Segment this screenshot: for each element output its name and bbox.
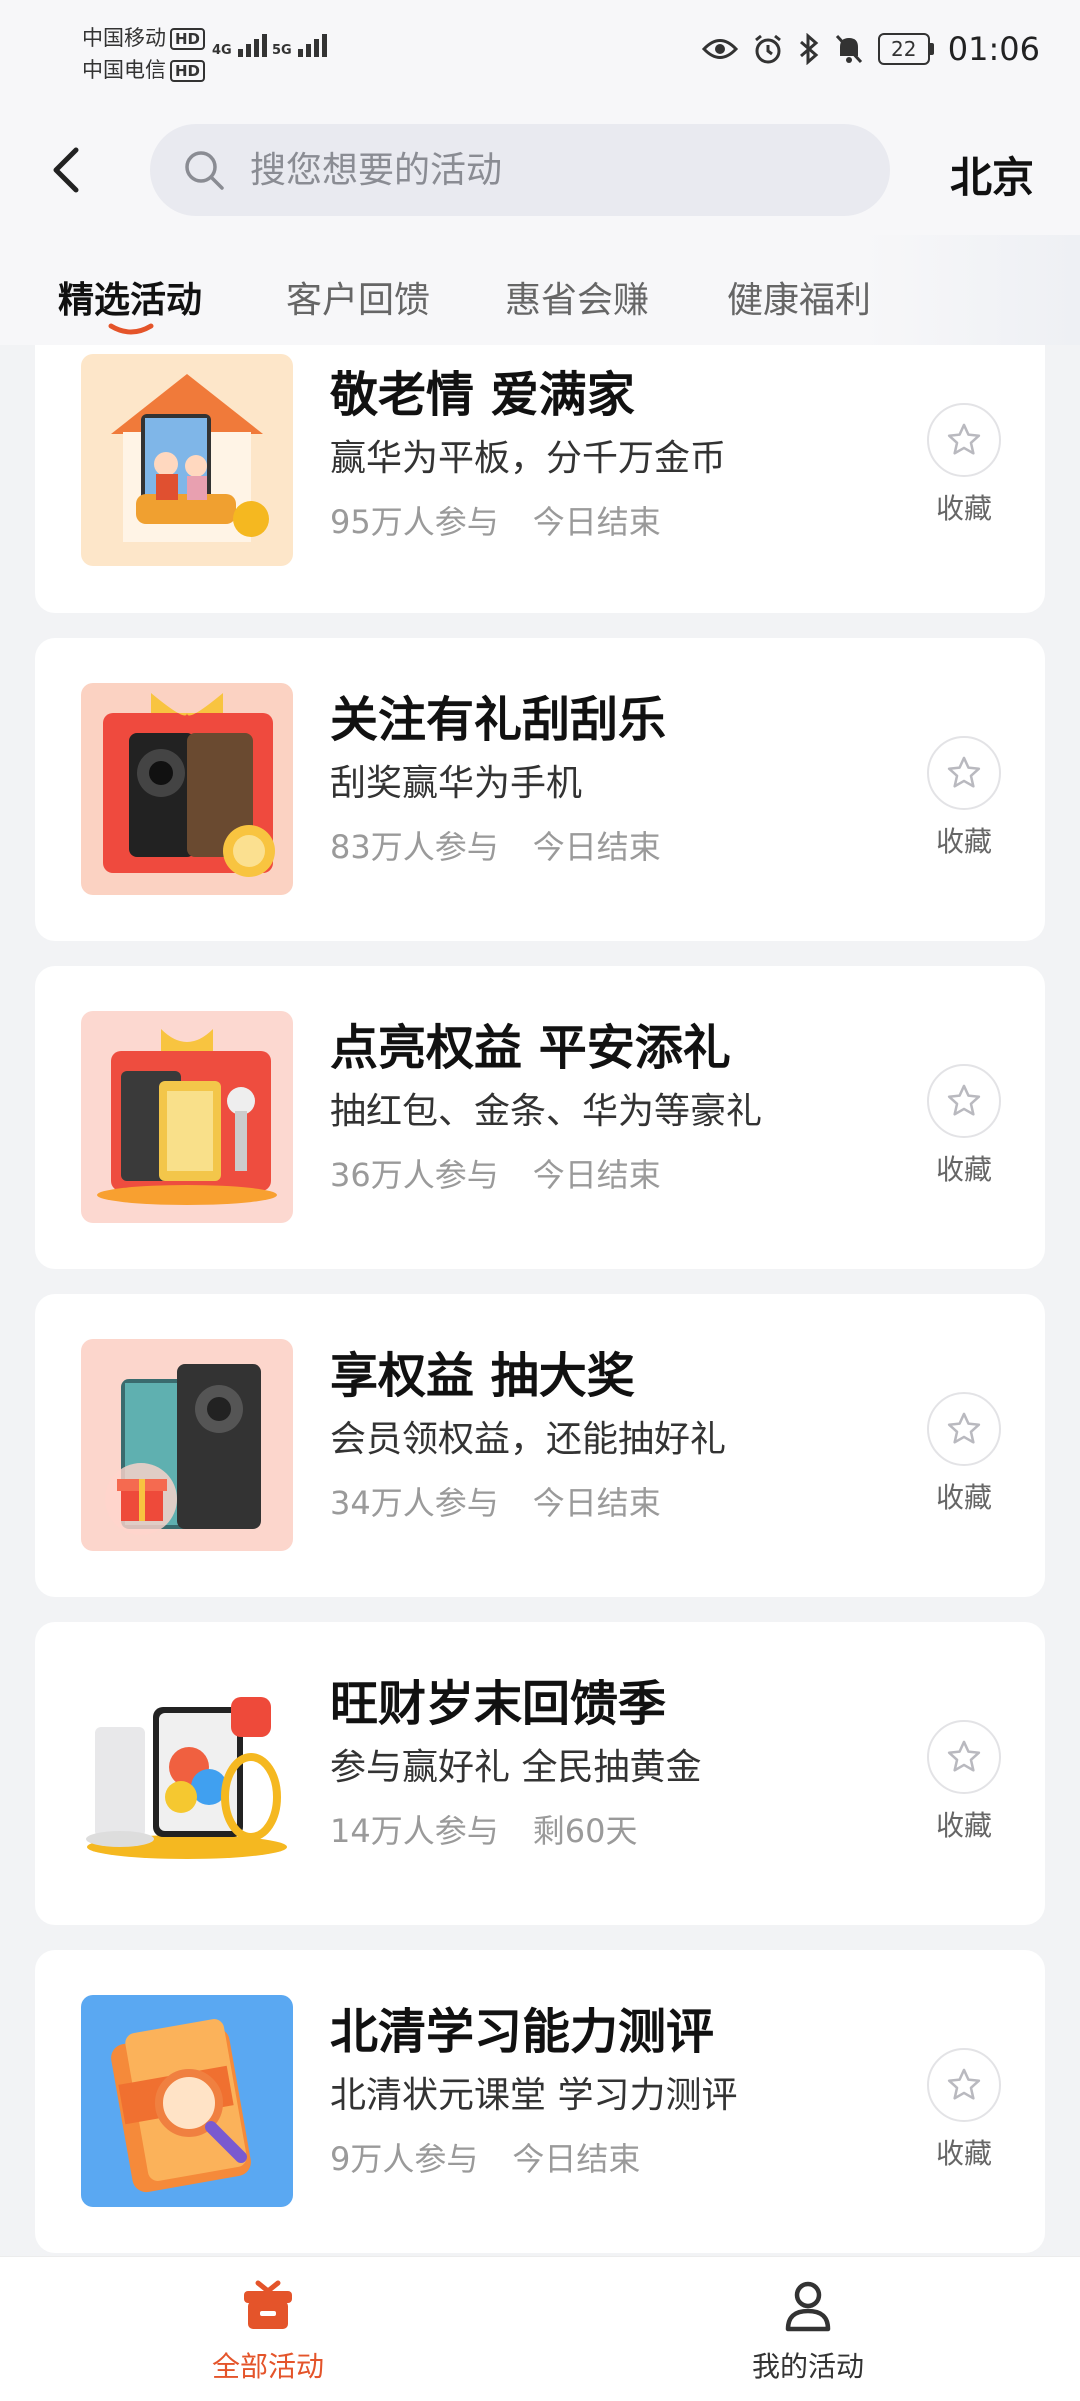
tab-bar: 精选活动 客户回馈 惠省会赚 健康福利 bbox=[0, 235, 1080, 345]
nav-my-activities[interactable]: 我的活动 bbox=[708, 2275, 908, 2385]
star-icon bbox=[947, 2068, 981, 2100]
header: 北京 bbox=[0, 110, 1080, 235]
activity-card[interactable]: 关注有礼刮刮乐 刮奖赢华为手机 83万人参与 今日结束 收藏 bbox=[35, 638, 1045, 941]
tab-health-benefits[interactable]: 健康福利 bbox=[727, 271, 871, 323]
favorite-button[interactable] bbox=[927, 403, 1001, 477]
favorite-label: 收藏 bbox=[935, 1153, 992, 1186]
tab-save-earn[interactable]: 惠省会赚 bbox=[505, 271, 649, 323]
back-button[interactable] bbox=[40, 140, 100, 200]
favorite-label: 收藏 bbox=[935, 1481, 992, 1514]
status-bar: 中国移动 HD 中国电信 HD 4G 5G 22 01:06 bbox=[0, 0, 1080, 110]
star-icon bbox=[947, 1084, 981, 1116]
participants: 36万人参与 bbox=[330, 1156, 499, 1194]
gift-icon bbox=[244, 2280, 292, 2329]
activity-title: 敬老情 爱满家 bbox=[330, 367, 635, 423]
deadline: 剩60天 bbox=[532, 1812, 638, 1850]
participants: 9万人参与 bbox=[330, 2140, 479, 2178]
signal-icon: 5G bbox=[272, 34, 327, 57]
favorite-button[interactable] bbox=[927, 2048, 1001, 2122]
deadline: 今日结束 bbox=[532, 1484, 661, 1522]
nav-my-activities-label: 我的活动 bbox=[751, 2350, 864, 2383]
activity-subtitle: 参与赢好礼 全民抽黄金 bbox=[330, 1747, 702, 1788]
activity-meta: 36万人参与 今日结束 bbox=[330, 1150, 661, 1196]
clock: 01:06 bbox=[947, 30, 1040, 68]
star-icon bbox=[947, 1412, 981, 1444]
activity-card[interactable]: 点亮权益 平安添礼 抽红包、金条、华为等豪礼 36万人参与 今日结束 收藏 bbox=[35, 966, 1045, 1269]
activity-title: 点亮权益 平安添礼 bbox=[330, 1020, 731, 1076]
participants: 83万人参与 bbox=[330, 828, 499, 866]
favorite-button[interactable] bbox=[927, 1720, 1001, 1794]
activity-meta: 83万人参与 今日结束 bbox=[330, 822, 661, 868]
participants: 14万人参与 bbox=[330, 1812, 499, 1850]
activity-thumbnail bbox=[81, 354, 293, 566]
activity-title: 旺财岁末回馈季 bbox=[330, 1676, 667, 1732]
search-bar[interactable] bbox=[150, 124, 890, 216]
activity-meta: 34万人参与 今日结束 bbox=[330, 1478, 661, 1524]
activity-thumbnail bbox=[81, 1995, 293, 2207]
tab-customer-rewards[interactable]: 客户回馈 bbox=[286, 271, 430, 323]
chevron-left-icon bbox=[53, 147, 79, 193]
signal-icon: 4G bbox=[212, 34, 267, 57]
bottom-nav: 全部活动 我的活动 bbox=[0, 2256, 1080, 2401]
deadline: 今日结束 bbox=[512, 2140, 641, 2178]
eye-icon bbox=[701, 39, 738, 59]
bluetooth-icon bbox=[799, 33, 819, 65]
participants: 34万人参与 bbox=[330, 1484, 499, 1522]
favorite-button[interactable] bbox=[927, 736, 1001, 810]
search-icon bbox=[185, 151, 224, 190]
nav-all-activities-label: 全部活动 bbox=[211, 2350, 324, 2383]
tab-featured[interactable]: 精选活动 bbox=[58, 271, 202, 323]
activity-title: 北清学习能力测评 bbox=[330, 2004, 715, 2060]
activity-card[interactable]: 享权益 抽大奖 会员领权益，还能抽好礼 34万人参与 今日结束 收藏 bbox=[35, 1294, 1045, 1597]
activity-thumbnail bbox=[81, 683, 293, 895]
activity-meta: 9万人参与 今日结束 bbox=[330, 2134, 640, 2180]
activity-subtitle: 北清状元课堂 学习力测评 bbox=[330, 2075, 738, 2116]
carrier-info: 中国移动 HD 中国电信 HD bbox=[82, 22, 206, 86]
activity-title: 关注有礼刮刮乐 bbox=[330, 692, 667, 748]
star-icon bbox=[947, 1740, 981, 1772]
activity-meta: 14万人参与 剩60天 bbox=[330, 1806, 637, 1852]
activity-card[interactable]: 旺财岁末回馈季 参与赢好礼 全民抽黄金 14万人参与 剩60天 收藏 bbox=[35, 1622, 1045, 1925]
carrier-1: 中国移动 bbox=[82, 26, 166, 50]
activity-thumbnail bbox=[81, 1011, 293, 1223]
activity-subtitle: 抽红包、金条、华为等豪礼 bbox=[330, 1091, 763, 1132]
search-input[interactable] bbox=[248, 148, 812, 192]
mute-icon bbox=[835, 34, 862, 64]
activity-subtitle: 刮奖赢华为手机 bbox=[330, 763, 583, 804]
deadline: 今日结束 bbox=[532, 828, 661, 866]
carrier-2: 中国电信 bbox=[82, 58, 166, 82]
activity-card[interactable]: 敬老情 爱满家 赢华为平板，分千万金币 95万人参与 今日结束 收藏 bbox=[35, 345, 1045, 613]
hd-badge: HD bbox=[170, 60, 206, 82]
city-selector[interactable]: 北京 bbox=[950, 144, 1034, 205]
star-icon bbox=[947, 756, 981, 788]
favorite-label: 收藏 bbox=[935, 1809, 992, 1842]
alarm-icon bbox=[754, 34, 781, 64]
activity-thumbnail bbox=[81, 1667, 293, 1879]
activity-subtitle: 赢华为平板，分千万金币 bbox=[330, 438, 727, 479]
star-icon bbox=[947, 423, 981, 455]
favorite-label: 收藏 bbox=[935, 2137, 992, 2170]
favorite-button[interactable] bbox=[927, 1392, 1001, 1466]
activity-title: 享权益 抽大奖 bbox=[330, 1348, 635, 1404]
favorite-button[interactable] bbox=[927, 1064, 1001, 1138]
activity-subtitle: 会员领权益，还能抽好礼 bbox=[330, 1419, 727, 1460]
deadline: 今日结束 bbox=[532, 503, 661, 541]
user-icon bbox=[785, 2281, 831, 2332]
activity-meta: 95万人参与 今日结束 bbox=[330, 497, 661, 543]
activity-thumbnail bbox=[81, 1339, 293, 1551]
favorite-label: 收藏 bbox=[935, 825, 992, 858]
tab-active-indicator bbox=[108, 323, 154, 335]
activity-list: 敬老情 爱满家 赢华为平板，分千万金币 95万人参与 今日结束 收藏 关注有礼刮刮… bbox=[35, 345, 1045, 2278]
deadline: 今日结束 bbox=[532, 1156, 661, 1194]
battery-icon: 22 bbox=[877, 33, 934, 65]
activity-card[interactable]: 北清学习能力测评 北清状元课堂 学习力测评 9万人参与 今日结束 收藏 bbox=[35, 1950, 1045, 2253]
nav-all-activities[interactable]: 全部活动 bbox=[168, 2275, 368, 2385]
battery-level: 22 bbox=[877, 33, 930, 65]
hd-badge: HD bbox=[170, 28, 206, 50]
favorite-label: 收藏 bbox=[935, 492, 992, 525]
participants: 95万人参与 bbox=[330, 503, 499, 541]
